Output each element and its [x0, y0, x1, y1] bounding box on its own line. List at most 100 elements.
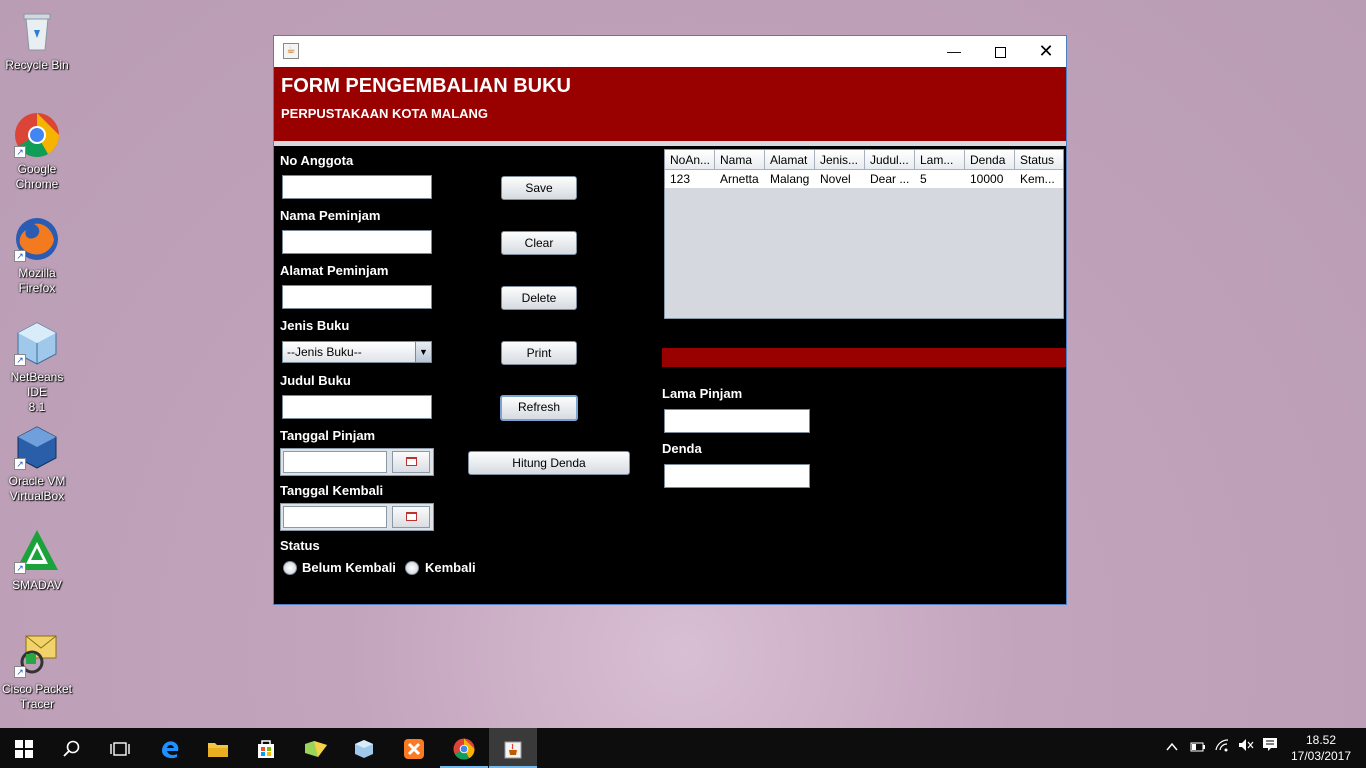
edge-icon — [162, 741, 179, 759]
judul-buku-label: Judul Buku — [280, 373, 351, 388]
status-belum-kembali-radio[interactable] — [283, 561, 297, 575]
action-center-button[interactable] — [1262, 728, 1278, 768]
taskbar-java-app[interactable] — [489, 728, 537, 768]
desktop-icon-mozilla-firefox[interactable]: ↗ Mozilla Firefox — [0, 216, 74, 296]
column-header[interactable]: Jenis... — [815, 150, 865, 170]
battery-button[interactable] — [1190, 728, 1206, 768]
chevron-down-icon[interactable]: ▼ — [415, 342, 431, 362]
desktop-icon-label: Mozilla — [18, 266, 56, 280]
tanggal-kembali-input[interactable] — [283, 506, 387, 528]
taskbar-netbeans[interactable] — [340, 728, 388, 768]
desktop-icon-label: Cisco Packet — [1, 682, 73, 696]
table-cell: Dear ... — [870, 172, 910, 186]
folder-map-icon — [305, 741, 327, 758]
virtualbox-icon: ↗ — [14, 424, 60, 470]
column-header[interactable]: Alamat — [765, 150, 815, 170]
desktop-icon-label: 8.1 — [28, 400, 46, 414]
desktop-icon-recycle-bin[interactable]: Recycle Bin — [0, 8, 74, 73]
taskbar-clock[interactable]: 18.52 17/03/2017 — [1282, 732, 1360, 764]
minimize-button[interactable]: — — [931, 36, 977, 67]
tanggal-pinjam-datepicker — [280, 448, 434, 476]
volume-muted-icon — [1239, 739, 1254, 751]
desktop-icon-label: Tracer — [19, 697, 55, 711]
judul-buku-input[interactable] — [282, 395, 432, 419]
taskbar-xampp[interactable] — [390, 728, 438, 768]
calendar-icon — [405, 457, 417, 466]
jenis-buku-select[interactable]: --Jenis Buku-- ▼ — [282, 341, 432, 363]
nama-peminjam-input[interactable] — [282, 230, 432, 254]
data-table[interactable]: NoAn... Nama Alamat Jenis... Judul... La… — [664, 149, 1064, 319]
title-bar[interactable]: ☕ — ✕ — [274, 36, 1066, 67]
status-kembali-radio[interactable] — [405, 561, 419, 575]
clear-button[interactable]: Clear — [501, 231, 577, 255]
clock-time: 18.52 — [1305, 733, 1337, 747]
table-header: NoAn... Nama Alamat Jenis... Judul... La… — [665, 150, 1063, 170]
lama-pinjam-label: Lama Pinjam — [662, 386, 743, 401]
no-anggota-input[interactable] — [282, 175, 432, 199]
app-window: ☕ — ✕ FORM PENGEMBALIAN BUKU PERPUSTAKAA… — [273, 35, 1067, 605]
desktop-icon-cisco-packet-tracer[interactable]: ↗ Cisco Packet Tracer — [0, 632, 74, 712]
tanggal-kembali-datepicker — [280, 503, 434, 531]
windows-logo-icon — [15, 740, 33, 759]
taskbar-app[interactable] — [292, 728, 340, 768]
calendar-button[interactable] — [392, 506, 430, 528]
taskbar-store[interactable] — [242, 728, 290, 768]
print-button[interactable]: Print — [501, 341, 577, 365]
desktop-icon-label: NetBeans IDE — [10, 370, 64, 399]
header-title: FORM PENGEMBALIAN BUKU — [281, 75, 571, 97]
shortcut-arrow-icon: ↗ — [14, 562, 26, 574]
desktop-icon-google-chrome[interactable]: ↗ Google Chrome — [0, 112, 74, 192]
start-button[interactable] — [0, 728, 48, 768]
netbeans-cube-icon: ↗ — [14, 320, 60, 366]
column-header[interactable]: NoAn... — [665, 150, 715, 170]
task-view-button[interactable] — [96, 728, 144, 768]
desktop-icon-smadav[interactable]: ↗ SMADAV — [0, 528, 74, 593]
clock-date: 17/03/2017 — [1290, 749, 1352, 763]
column-header[interactable]: Nama — [715, 150, 765, 170]
close-button[interactable]: ✕ — [1023, 36, 1069, 67]
taskbar-edge[interactable] — [146, 728, 194, 768]
shortcut-arrow-icon: ↗ — [14, 146, 26, 158]
column-header[interactable]: Denda — [965, 150, 1015, 170]
table-cell: Kem... — [1020, 172, 1055, 186]
column-header[interactable]: Status — [1015, 150, 1063, 170]
desktop-icon-label: SMADAV — [12, 578, 62, 592]
wifi-icon — [1215, 739, 1229, 752]
alamat-peminjam-input[interactable] — [282, 285, 432, 309]
hitung-denda-button[interactable]: Hitung Denda — [468, 451, 630, 475]
denda-input[interactable] — [664, 464, 810, 488]
table-cell: 123 — [670, 172, 691, 186]
status-belum-kembali-label: Belum Kembali — [302, 560, 396, 575]
desktop-icon-label: Chrome — [15, 177, 59, 191]
column-header[interactable]: Lam... — [915, 150, 965, 170]
desktop-icon-netbeans[interactable]: ↗ NetBeans IDE 8.1 — [0, 320, 74, 415]
column-header[interactable]: Judul... — [865, 150, 915, 170]
taskbar-chrome[interactable] — [440, 728, 488, 768]
search-button[interactable] — [48, 728, 96, 768]
delete-button[interactable]: Delete — [501, 286, 577, 310]
show-hidden-icons-button[interactable] — [1166, 728, 1178, 768]
desktop-icon-virtualbox[interactable]: ↗ Oracle VM VirtualBox — [0, 424, 74, 504]
volume-button[interactable] — [1238, 728, 1254, 768]
taskbar-file-explorer[interactable] — [194, 728, 242, 768]
table-cell: Novel — [820, 172, 851, 186]
tanggal-kembali-label: Tanggal Kembali — [280, 483, 384, 498]
divider-bar — [662, 348, 1066, 367]
table-cell: Malang — [770, 172, 810, 186]
save-button[interactable]: Save — [501, 176, 577, 200]
chrome-icon: ↗ — [14, 112, 60, 158]
calendar-button[interactable] — [392, 451, 430, 473]
desktop-icon-label: Oracle VM — [8, 474, 66, 488]
maximize-button[interactable] — [977, 36, 1023, 67]
firefox-icon: ↗ — [14, 216, 60, 262]
alamat-peminjam-label: Alamat Peminjam — [280, 263, 389, 278]
header-subtitle: PERPUSTAKAAN KOTA MALANG — [281, 106, 489, 121]
battery-icon — [1190, 742, 1205, 752]
chrome-icon — [453, 738, 475, 760]
shortcut-arrow-icon: ↗ — [14, 354, 26, 366]
table-row[interactable]: 123 Arnetta Malang Novel Dear ... 5 1000… — [665, 170, 1063, 188]
refresh-button[interactable]: Refresh — [500, 395, 578, 421]
lama-pinjam-input[interactable] — [664, 409, 810, 433]
network-button[interactable] — [1214, 728, 1230, 768]
tanggal-pinjam-input[interactable] — [283, 451, 387, 473]
